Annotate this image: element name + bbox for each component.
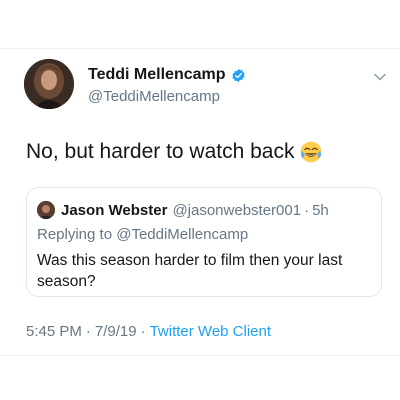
tweet-text-content: No, but harder to watch back (26, 140, 295, 163)
tweet-client-link[interactable]: Twitter Web Client (150, 323, 271, 340)
meta-separator: · (140, 323, 146, 340)
author-avatar[interactable] (24, 59, 74, 109)
quoted-tweet-header: Jason Webster @jasonwebster001 · 5h (37, 201, 329, 219)
tweet-metadata: 5:45 PM · 7/9/19 · Twitter Web Client (26, 323, 271, 340)
quoted-tweet[interactable]: Jason Webster @jasonwebster001 · 5h Repl… (26, 187, 382, 297)
replying-to-label: Replying to (37, 226, 117, 243)
quoted-timestamp[interactable]: 5h (312, 202, 329, 219)
tweet-text: No, but harder to watch back (26, 140, 322, 164)
quoted-tweet-text: Was this season harder to film then your… (37, 252, 343, 290)
verified-badge-icon (231, 68, 246, 83)
author-handle[interactable]: @TeddiMellencamp (88, 88, 220, 105)
tweet-date[interactable]: 7/9/19 (95, 323, 137, 340)
quoted-separator: · (304, 201, 310, 219)
tweet-time[interactable]: 5:45 PM (26, 323, 82, 340)
face-with-tears-of-joy-icon (300, 141, 322, 163)
meta-separator: · (85, 323, 91, 340)
quoted-author-handle[interactable]: @jasonwebster001 (172, 202, 301, 219)
quoted-author-avatar[interactable] (37, 201, 55, 219)
chevron-down-icon[interactable] (372, 69, 388, 85)
replying-to-handle[interactable]: @TeddiMellencamp (116, 226, 248, 243)
quoted-author-name[interactable]: Jason Webster (61, 202, 167, 219)
replying-to: Replying to @TeddiMellencamp (37, 226, 248, 243)
author-name-row: Teddi Mellencamp (88, 66, 246, 84)
tweet-card: Teddi Mellencamp @TeddiMellencamp No, bu… (0, 48, 400, 356)
author-display-name[interactable]: Teddi Mellencamp (88, 66, 226, 84)
